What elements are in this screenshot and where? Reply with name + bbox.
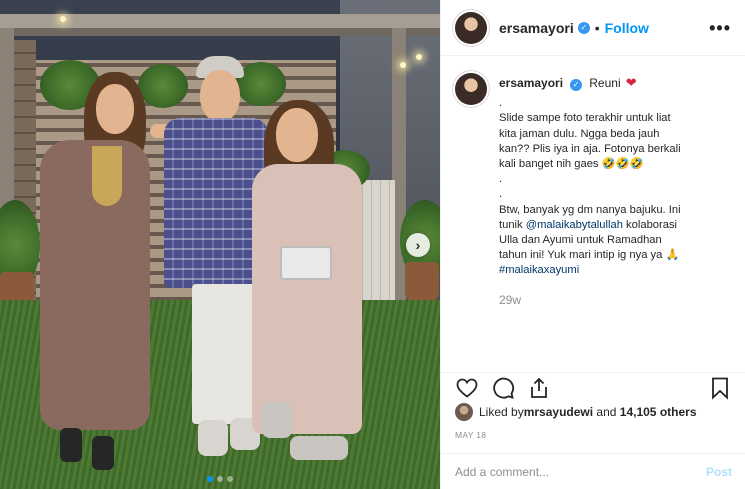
carousel-indicator	[0, 476, 440, 482]
post-header: ersamayori ✓ • Follow •••	[441, 0, 745, 56]
caption: ersamayori ✓ Reuni ❤ . Slide sampe foto …	[455, 73, 732, 308]
string-light	[416, 54, 422, 60]
caption-username[interactable]: ersamayori	[499, 76, 563, 90]
caption-line: kali banget nih gaes 🤣🤣🤣	[499, 158, 644, 171]
likes-prefix: Liked by	[479, 405, 524, 419]
pergola-beam-lower	[0, 28, 440, 36]
header-separator: •	[594, 19, 600, 36]
comments-section[interactable]: ersamayori ✓ Reuni ❤ . Slide sampe foto …	[441, 57, 745, 367]
hashtag-link[interactable]: #malaikaxayumi	[499, 263, 681, 278]
likes-count-link[interactable]: 14,105 others	[620, 405, 697, 419]
username-link[interactable]: ersamayori	[499, 20, 574, 36]
share-icon[interactable]	[527, 376, 551, 400]
chevron-right-icon: ›	[415, 237, 421, 253]
carousel-dot	[227, 476, 233, 482]
string-light	[400, 62, 406, 68]
carousel-dot	[207, 476, 213, 482]
likes-middle: and	[593, 405, 620, 419]
caption-line: Slide sampe foto terakhir untuk liat	[499, 112, 671, 125]
verified-badge-icon: ✓	[577, 21, 590, 34]
caption-text: kolaborasi	[622, 218, 678, 231]
post-details-panel: ersamayori ✓ • Follow ••• ersamayori ✓ R…	[440, 0, 745, 489]
caption-line: Ulla dan Ayumi untuk Ramadhan	[499, 234, 662, 247]
hanging-plant	[236, 62, 286, 106]
avatar[interactable]	[455, 73, 487, 105]
bookmark-icon[interactable]	[708, 376, 732, 400]
post-date: MAY 18	[455, 430, 487, 440]
caption-line: Btw, banyak yg dm nanya bajuku. Ini	[499, 203, 681, 216]
post-photo[interactable]: ›	[0, 0, 440, 489]
caption-line: kita jaman dulu. Ngga beda jauh	[499, 127, 660, 140]
verified-badge-icon: ✓	[570, 78, 583, 91]
relative-timestamp: 29w	[499, 292, 522, 307]
string-light	[60, 16, 66, 22]
mention-link[interactable]: @malaikabytalullah	[526, 219, 623, 231]
avatar[interactable]	[455, 11, 487, 44]
caption-line: .	[499, 188, 503, 201]
follow-button[interactable]: Follow	[605, 20, 649, 36]
caption-text: tunik	[499, 218, 526, 231]
caption-line: .	[499, 97, 503, 110]
caption-line: kan?? Plis iya in aja. Fotonya berkali	[499, 142, 681, 155]
caption-line: .	[499, 173, 503, 186]
plant-pot	[405, 262, 439, 302]
caption-body: ersamayori ✓ Reuni ❤ . Slide sampe foto …	[499, 73, 681, 308]
comment-bubble-icon[interactable]	[491, 376, 515, 400]
caption-title: Reuni	[589, 76, 621, 90]
post-comment-button[interactable]: Post	[706, 465, 732, 479]
heart-outline-icon[interactable]	[455, 376, 479, 400]
likes-summary: Liked by mrsayudewi and 14,105 others	[455, 403, 697, 421]
avatar[interactable]	[455, 403, 473, 421]
more-options-icon[interactable]: •••	[709, 19, 731, 37]
heart-emoji: ❤	[625, 75, 637, 90]
caption-line: tahun ini! Yuk mari intip ig nya ya 🙏	[499, 249, 680, 262]
hanging-plant	[138, 64, 188, 108]
caption-line: tunik @malaikabytalullah kolaborasi	[499, 218, 681, 233]
liker-username[interactable]: mrsayudewi	[524, 405, 593, 419]
comment-form: Post	[441, 453, 745, 489]
comment-input[interactable]	[455, 464, 706, 479]
action-bar	[441, 372, 745, 402]
pergola-beam	[0, 14, 440, 28]
carousel-next-button[interactable]: ›	[406, 233, 430, 257]
carousel-dot	[217, 476, 223, 482]
